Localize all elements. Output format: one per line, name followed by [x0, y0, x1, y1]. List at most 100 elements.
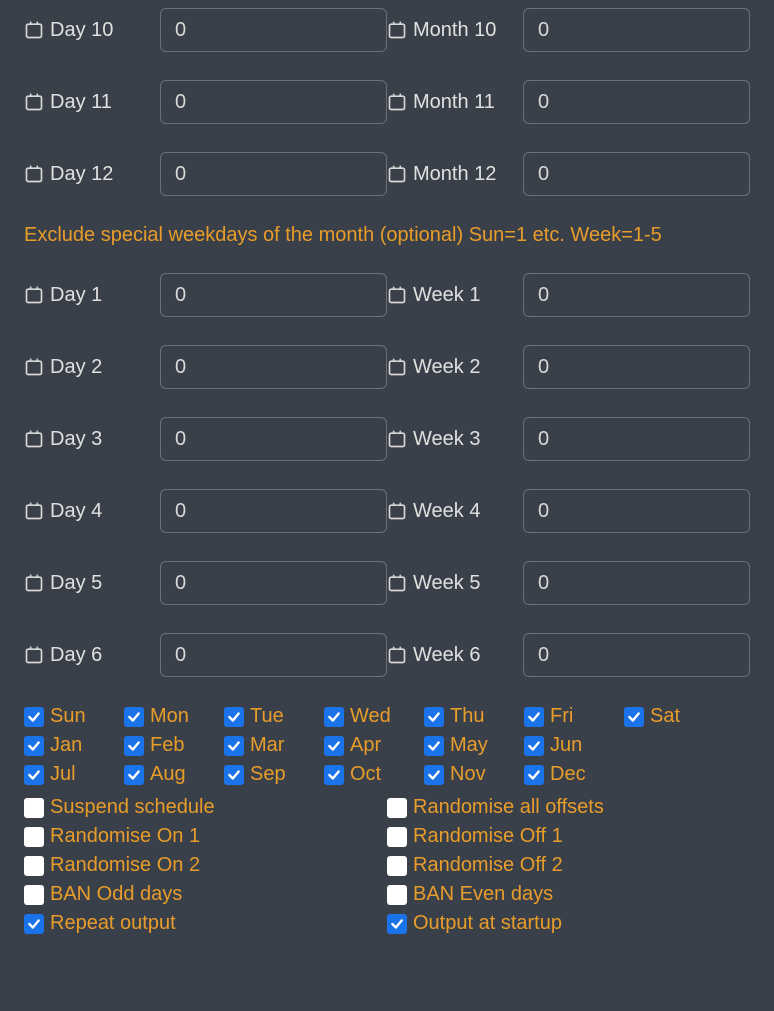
day-week-left-input[interactable]: [160, 417, 387, 461]
label-text: Day 3: [50, 428, 102, 451]
weekday-checkbox-tue[interactable]: [224, 707, 244, 727]
label-text: Week 2: [413, 356, 480, 379]
day-week-left-input[interactable]: [160, 561, 387, 605]
option-item: Randomise Off 1: [387, 825, 750, 848]
option-item: BAN Even days: [387, 883, 750, 906]
month-item: Oct: [324, 763, 424, 786]
option-checkbox-randomise-off-1[interactable]: [387, 827, 407, 847]
option-item: Repeat output: [24, 912, 387, 935]
label-text: Day 6: [50, 644, 102, 667]
month-item: Jul: [24, 763, 124, 786]
label-text: Day 10: [50, 19, 113, 42]
month-checkbox-jun[interactable]: [524, 736, 544, 756]
calendar-icon: [24, 357, 44, 377]
label-text: Month 11: [413, 91, 495, 114]
day-week-left-label: Day 4: [24, 500, 160, 523]
option-label: Suspend schedule: [50, 796, 215, 819]
option-checkbox-repeat-output[interactable]: [24, 914, 44, 934]
option-label: Randomise On 2: [50, 854, 200, 877]
day-week-right-label: Week 1: [387, 284, 523, 307]
month-item: Sep: [224, 763, 324, 786]
day-month-left-label: Day 11: [24, 91, 160, 114]
option-checkbox-randomise-all-offsets[interactable]: [387, 798, 407, 818]
month-item: Dec: [524, 763, 624, 786]
label-text: Month 10: [413, 19, 496, 42]
month-checkbox-feb[interactable]: [124, 736, 144, 756]
option-checkbox-output-at-startup[interactable]: [387, 914, 407, 934]
option-checkbox-randomise-on-2[interactable]: [24, 856, 44, 876]
month-checkbox-mar[interactable]: [224, 736, 244, 756]
day-month-right-input[interactable]: [523, 80, 750, 124]
option-checkbox-ban-odd-days[interactable]: [24, 885, 44, 905]
month-checkbox-oct[interactable]: [324, 765, 344, 785]
option-item: Randomise On 2: [24, 854, 387, 877]
calendar-icon: [24, 573, 44, 593]
label-text: Week 5: [413, 572, 480, 595]
month-label: Oct: [350, 763, 381, 786]
option-checkbox-ban-even-days[interactable]: [387, 885, 407, 905]
month-label: Sep: [250, 763, 286, 786]
day-month-right-label: Month 12: [387, 163, 523, 186]
weekday-checkbox-mon[interactable]: [124, 707, 144, 727]
day-month-left-input[interactable]: [160, 152, 387, 196]
day-week-right-label: Week 5: [387, 572, 523, 595]
day-week-row: Day 2Week 2: [24, 345, 750, 389]
month-item: May: [424, 734, 524, 757]
day-week-left-input[interactable]: [160, 633, 387, 677]
month-item: Mar: [224, 734, 324, 757]
day-month-right-input[interactable]: [523, 152, 750, 196]
day-week-row: Day 4 Week 4: [24, 489, 750, 533]
day-month-left-input[interactable]: [160, 80, 387, 124]
month-item: Feb: [124, 734, 224, 757]
section-title-exclude-weekdays: Exclude special weekdays of the month (o…: [24, 224, 750, 247]
weekday-checkbox-fri[interactable]: [524, 707, 544, 727]
day-month-left-input[interactable]: [160, 8, 387, 52]
option-checkbox-suspend-schedule[interactable]: [24, 798, 44, 818]
weekday-label: Thu: [450, 705, 484, 728]
day-week-right-label: Week 2: [387, 356, 523, 379]
option-checkbox-randomise-off-2[interactable]: [387, 856, 407, 876]
option-label: Output at startup: [413, 912, 562, 935]
label-text: Day 1: [50, 284, 102, 307]
month-item: Nov: [424, 763, 524, 786]
day-week-right-input[interactable]: [523, 489, 750, 533]
calendar-icon: [387, 501, 407, 521]
calendar-icon: [24, 285, 44, 305]
day-week-left-input[interactable]: [160, 489, 387, 533]
option-item: Randomise On 1: [24, 825, 387, 848]
label-text: Day 11: [50, 91, 112, 114]
month-checkbox-sep[interactable]: [224, 765, 244, 785]
weekday-checkbox-sat[interactable]: [624, 707, 644, 727]
weekday-label: Sun: [50, 705, 86, 728]
month-checkbox-apr[interactable]: [324, 736, 344, 756]
day-week-left-label: Day 1: [24, 284, 160, 307]
option-item: Suspend schedule: [24, 796, 387, 819]
weekday-checkbox-thu[interactable]: [424, 707, 444, 727]
day-week-right-input[interactable]: [523, 561, 750, 605]
option-checkbox-randomise-on-1[interactable]: [24, 827, 44, 847]
month-checkbox-aug[interactable]: [124, 765, 144, 785]
day-week-right-input[interactable]: [523, 345, 750, 389]
day-week-left-input[interactable]: [160, 345, 387, 389]
option-item: Randomise Off 2: [387, 854, 750, 877]
month-checkbox-jul[interactable]: [24, 765, 44, 785]
weekday-label: Wed: [350, 705, 391, 728]
weekday-checkbox-wed[interactable]: [324, 707, 344, 727]
day-month-right-input[interactable]: [523, 8, 750, 52]
calendar-icon: [387, 357, 407, 377]
month-checkbox-dec[interactable]: [524, 765, 544, 785]
day-week-right-input[interactable]: [523, 417, 750, 461]
day-week-right-input[interactable]: [523, 273, 750, 317]
month-checkbox-jan[interactable]: [24, 736, 44, 756]
weekday-checkbox-sun[interactable]: [24, 707, 44, 727]
month-checkbox-nov[interactable]: [424, 765, 444, 785]
option-item: Output at startup: [387, 912, 750, 935]
day-week-right-input[interactable]: [523, 633, 750, 677]
weekday-label: Mon: [150, 705, 189, 728]
options-block: Suspend scheduleRandomise all offsetsRan…: [24, 796, 750, 935]
label-text: Week 4: [413, 500, 480, 523]
checkbox-grid: SunMonTueWedThuFriSatJanFebMarAprMayJunJ…: [24, 705, 750, 786]
month-checkbox-may[interactable]: [424, 736, 444, 756]
weekday-label: Fri: [550, 705, 573, 728]
day-week-left-input[interactable]: [160, 273, 387, 317]
